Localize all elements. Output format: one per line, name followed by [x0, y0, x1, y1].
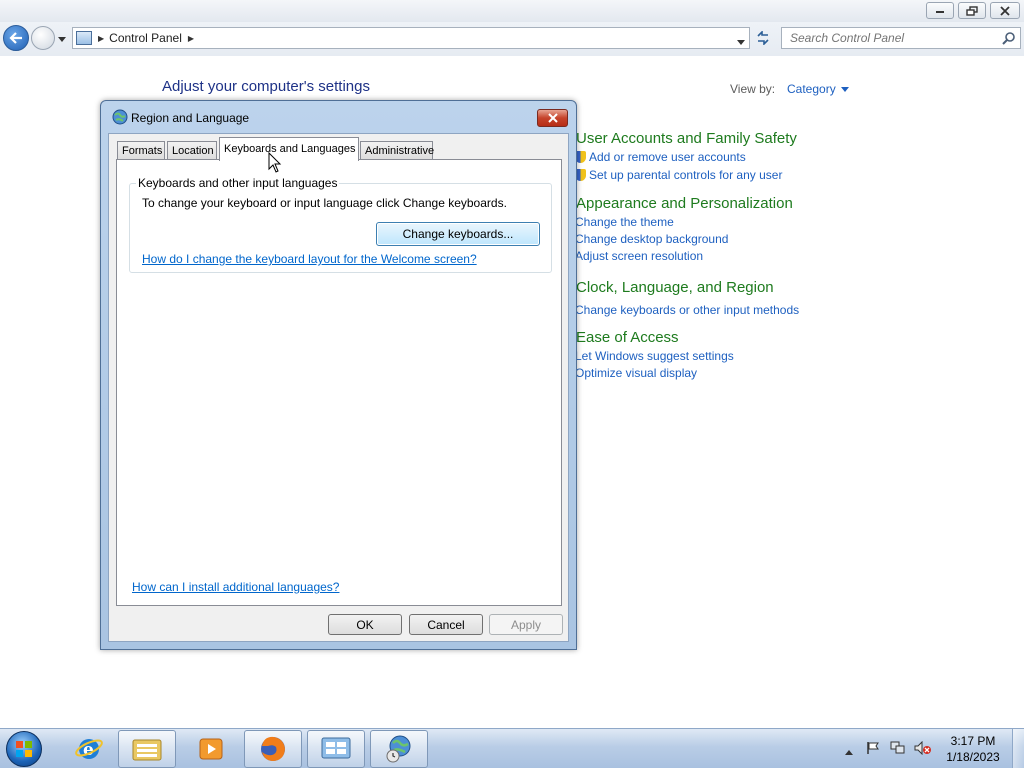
refresh-button[interactable]	[752, 27, 774, 49]
arrow-left-icon	[9, 32, 22, 44]
region-language-icon	[386, 735, 411, 763]
view-by-dropdown[interactable]: Category	[787, 82, 849, 96]
dialog-close-button[interactable]	[537, 109, 568, 127]
breadcrumb-control-panel[interactable]: Control Panel	[109, 31, 182, 45]
address-bar[interactable]: ▶ Control Panel ▶	[72, 27, 750, 49]
link-change-keyboards[interactable]: Change keyboards or other input methods	[575, 303, 799, 317]
firefox-icon	[261, 736, 285, 761]
tab-administrative[interactable]: Administrative	[360, 141, 434, 160]
taskbar-region-and-language[interactable]	[370, 730, 428, 768]
link-change-theme[interactable]: Change the theme	[575, 215, 674, 229]
link-optimize-display[interactable]: Optimize visual display	[575, 366, 697, 380]
category-appearance[interactable]: Appearance and Personalization	[576, 195, 793, 212]
taskbar-control-panel[interactable]	[307, 730, 365, 768]
show-hidden-icons-button[interactable]	[845, 744, 853, 758]
refresh-icon	[757, 31, 769, 45]
address-dropdown-button[interactable]	[737, 34, 745, 48]
group-description: To change your keyboard or input languag…	[142, 196, 507, 210]
change-keyboards-button[interactable]: Change keyboards...	[376, 222, 540, 246]
recent-pages-button[interactable]	[57, 34, 67, 44]
close-icon	[1000, 5, 1010, 16]
start-button[interactable]	[3, 730, 45, 768]
category-clock-language-region[interactable]: Clock, Language, and Region	[576, 279, 774, 296]
link-suggest-settings[interactable]: Let Windows suggest settings	[575, 349, 734, 363]
forward-button[interactable]	[31, 26, 55, 50]
windows-logo-icon	[6, 731, 42, 767]
show-desktop-button[interactable]	[1012, 729, 1024, 768]
back-button[interactable]	[3, 25, 29, 51]
close-button[interactable]	[990, 2, 1020, 19]
ok-button[interactable]: OK	[328, 614, 402, 635]
search-box[interactable]	[781, 27, 1021, 49]
volume-muted-icon[interactable]	[914, 740, 932, 758]
category-ease-of-access[interactable]: Ease of Access	[576, 329, 679, 346]
chevron-down-icon	[737, 40, 745, 45]
chevron-down-icon	[840, 86, 849, 92]
taskbar: e 3:17 PM 1/18/2023	[0, 728, 1024, 768]
restore-button[interactable]	[958, 2, 986, 19]
taskbar-windows-explorer[interactable]	[118, 730, 176, 768]
link-parental-controls[interactable]: Set up parental controls for any user	[575, 168, 782, 182]
tab-location[interactable]: Location	[167, 141, 217, 160]
taskbar-internet-explorer[interactable]: e	[60, 730, 118, 768]
view-by-value: Category	[787, 82, 836, 96]
clock-time[interactable]: 3:17 PM	[938, 734, 1008, 748]
welcome-screen-help-link[interactable]: How do I change the keyboard layout for …	[142, 252, 477, 266]
control-panel-icon	[76, 31, 92, 45]
apply-button[interactable]: Apply	[489, 614, 563, 635]
navigation-bar: ▶ Control Panel ▶	[0, 22, 1024, 56]
cancel-button[interactable]: Cancel	[409, 614, 483, 635]
link-text: Set up parental controls for any user	[589, 168, 783, 182]
link-text: Add or remove user accounts	[589, 150, 746, 164]
keyboards-group-box: Keyboards and other input languages To c…	[129, 176, 552, 273]
region-language-dialog: Region and Language Formats Location Key…	[100, 100, 577, 650]
action-center-flag-icon[interactable]	[866, 741, 880, 758]
link-desktop-background[interactable]: Change desktop background	[575, 232, 728, 246]
taskbar-media-player[interactable]	[182, 730, 240, 768]
dialog-title: Region and Language	[131, 111, 250, 125]
breadcrumb-arrow-icon[interactable]: ▶	[98, 34, 104, 43]
minimize-button[interactable]	[926, 2, 954, 19]
mouse-cursor-icon	[268, 152, 282, 173]
install-languages-link[interactable]: How can I install additional languages?	[132, 580, 339, 594]
dialog-body: Formats Location Keyboards and Languages…	[108, 133, 569, 642]
taskbar-firefox[interactable]	[244, 730, 302, 768]
tab-keyboards-and-languages[interactable]: Keyboards and Languages	[219, 137, 359, 161]
network-icon[interactable]	[890, 741, 906, 758]
file-explorer-icon	[132, 739, 162, 761]
category-user-accounts[interactable]: User Accounts and Family Safety	[576, 130, 797, 147]
clock-date[interactable]: 1/18/2023	[938, 750, 1008, 764]
tab-panel-keyboards: Keyboards and other input languages To c…	[116, 159, 562, 606]
close-icon	[547, 113, 558, 123]
media-player-icon	[199, 738, 223, 760]
control-panel-icon	[321, 737, 351, 759]
restore-icon	[966, 5, 978, 16]
search-icon[interactable]	[1002, 31, 1016, 48]
page-title: Adjust your computer's settings	[162, 78, 370, 95]
chevron-down-icon	[58, 36, 66, 42]
internet-explorer-icon: e	[75, 739, 103, 760]
tab-formats[interactable]: Formats	[117, 141, 165, 160]
chevron-up-icon	[845, 750, 853, 755]
link-add-remove-accounts[interactable]: Add or remove user accounts	[575, 150, 746, 164]
link-screen-resolution[interactable]: Adjust screen resolution	[575, 249, 703, 263]
group-label: Keyboards and other input languages	[136, 176, 340, 190]
view-by-label: View by:	[730, 82, 776, 96]
minimize-icon	[936, 10, 944, 13]
search-input[interactable]	[790, 31, 1000, 45]
breadcrumb-arrow-icon[interactable]: ▶	[188, 34, 194, 43]
window-titlebar	[0, 0, 1024, 22]
globe-icon	[112, 109, 128, 125]
